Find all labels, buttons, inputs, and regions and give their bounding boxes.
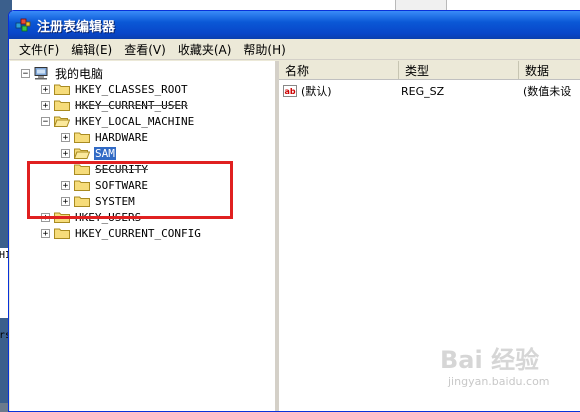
registry-tree-pane[interactable]: − 我的电脑 + HKEY_CLASSES_ROOT + HKEY_CURREN…	[10, 61, 279, 411]
string-value-icon: ab	[283, 85, 297, 97]
column-header-data[interactable]: 数据	[519, 61, 580, 79]
window-title: 注册表编辑器	[37, 19, 116, 35]
list-header: 名称 类型 数据	[279, 61, 580, 80]
tree-label-hardware: HARDWARE	[95, 130, 148, 144]
menu-edit[interactable]: 编辑(E)	[65, 41, 118, 58]
tree-label-hkcr: HKEY_CLASSES_ROOT	[75, 82, 188, 96]
regedit-icon	[15, 17, 31, 33]
tree-node-hkcc[interactable]: + HKEY_CURRENT_CONFIG	[41, 225, 202, 241]
expand-toggle[interactable]: +	[61, 132, 70, 142]
watermark-main: Bai 经验	[440, 346, 540, 374]
collapse-toggle[interactable]: −	[21, 68, 30, 78]
tree-node-hardware[interactable]: + HARDWARE	[61, 129, 149, 145]
list-row-default[interactable]: ab (默认) REG_SZ (数值未设	[283, 83, 580, 99]
folder-icon	[54, 83, 70, 95]
menu-file[interactable]: 文件(F)	[13, 41, 65, 58]
tree-node-hkcu[interactable]: + HKEY_CURRENT_USER	[41, 97, 189, 113]
folder-icon	[54, 99, 70, 111]
menu-bar: 文件(F) 编辑(E) 查看(V) 收藏夹(A) 帮助(H)	[9, 39, 580, 60]
red-highlight-annotation	[27, 161, 233, 219]
expand-toggle[interactable]: +	[61, 148, 70, 158]
computer-icon	[34, 67, 50, 80]
menu-help[interactable]: 帮助(H)	[237, 41, 291, 58]
expand-toggle[interactable]: +	[41, 228, 50, 238]
open-folder-icon	[54, 115, 70, 127]
value-data: (数值未设	[523, 85, 572, 98]
watermark: Bai 经验 jingyan.baidu.com	[440, 340, 570, 390]
menu-favorites[interactable]: 收藏夹(A)	[172, 41, 238, 58]
collapse-toggle[interactable]: −	[41, 116, 50, 126]
tree-label-my-computer: 我的电脑	[55, 66, 104, 81]
tree-node-hkcr[interactable]: + HKEY_CLASSES_ROOT	[41, 81, 189, 97]
watermark-sub: jingyan.baidu.com	[448, 375, 550, 388]
folder-icon	[74, 131, 90, 143]
expand-toggle[interactable]: +	[41, 84, 50, 94]
tree-node-sam[interactable]: + SAM	[61, 145, 116, 161]
tree-node-hklm[interactable]: − HKEY_LOCAL_MACHINE	[41, 113, 195, 129]
column-header-type[interactable]: 类型	[399, 61, 519, 79]
tree-label-hkcc: HKEY_CURRENT_CONFIG	[75, 226, 201, 240]
column-header-name[interactable]: 名称	[279, 61, 399, 79]
expand-toggle[interactable]: +	[41, 100, 50, 110]
tree-label-sam: SAM	[94, 146, 116, 160]
open-folder-icon	[74, 147, 90, 159]
tree-label-hklm: HKEY_LOCAL_MACHINE	[75, 114, 195, 128]
value-type: REG_SZ	[401, 84, 445, 98]
title-bar[interactable]: 注册表编辑器	[9, 11, 580, 39]
tree-node-my-computer[interactable]: − 我的电脑	[21, 65, 104, 81]
menu-view[interactable]: 查看(V)	[118, 41, 172, 58]
value-name: (默认)	[301, 85, 332, 98]
folder-icon	[54, 227, 70, 239]
tree-label-hkcu: HKEY_CURRENT_USER	[75, 98, 188, 112]
